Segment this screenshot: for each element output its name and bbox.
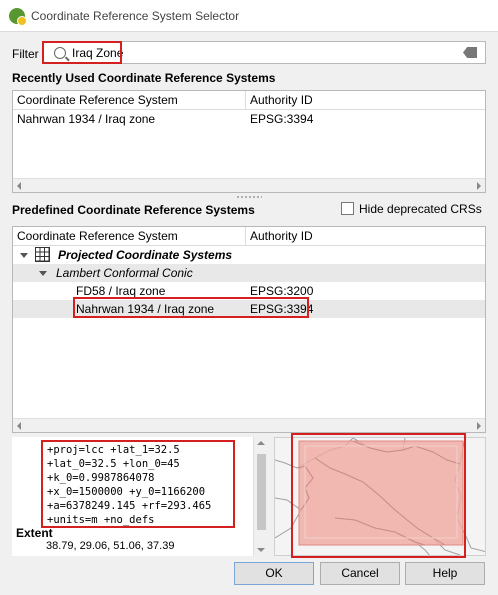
proj-line: +proj=lcc +lat_1=32.5 (47, 444, 180, 456)
vertical-scrollbar[interactable] (253, 437, 268, 556)
authority-id: EPSG:3394 (250, 302, 314, 316)
map-svg (275, 438, 485, 555)
crs-name: FD58 / Iraq zone (76, 284, 166, 298)
predefined-section-title: Predefined Coordinate Reference Systems (12, 203, 255, 217)
scroll-right-icon[interactable] (477, 182, 481, 190)
horizontal-scrollbar[interactable] (13, 178, 485, 192)
extent-map-preview[interactable] (274, 437, 486, 556)
window-title: Coordinate Reference System Selector (31, 8, 240, 23)
grid-icon (35, 247, 50, 262)
hide-deprecated-label[interactable]: Hide deprecated CRSs (359, 202, 482, 216)
recent-crs-table[interactable]: Coordinate Reference System Authority ID… (12, 90, 486, 193)
proj-line: +x_0=1500000 +y_0=1166200 (47, 486, 206, 498)
scroll-left-icon[interactable] (17, 182, 21, 190)
authority-id: EPSG:3200 (250, 284, 314, 298)
scroll-right-icon[interactable] (477, 422, 481, 430)
expand-arrow-icon[interactable] (20, 253, 28, 258)
country-border (275, 497, 302, 511)
recent-table-header: Coordinate Reference System Authority ID (13, 91, 485, 110)
recent-section-title: Recently Used Coordinate Reference Syste… (12, 71, 276, 85)
qgis-logo-icon (9, 7, 27, 26)
expand-arrow-icon[interactable] (39, 271, 47, 276)
scroll-left-icon[interactable] (17, 422, 21, 430)
subgroup-label: Lambert Conformal Conic (56, 266, 193, 280)
proj-line: +lat_0=32.5 +lon_0=45 (47, 458, 180, 470)
clear-icon[interactable] (463, 47, 477, 58)
crs-name: Nahrwan 1934 / Iraq zone (76, 302, 215, 316)
group-label: Projected Coordinate Systems (58, 248, 233, 262)
scroll-up-icon[interactable] (257, 441, 265, 445)
crs-details-panel: +proj=lcc +lat_1=32.5 +lat_0=32.5 +lon_0… (12, 437, 268, 556)
hide-deprecated-checkbox[interactable] (341, 202, 354, 215)
scrollbar-thumb[interactable] (257, 454, 266, 530)
cancel-button[interactable]: Cancel (320, 562, 400, 585)
table-row[interactable]: Nahrwan 1934 / Iraq zone EPSG:3394 (13, 110, 485, 128)
column-header-crs[interactable]: Coordinate Reference System (13, 227, 246, 246)
tree-group-row[interactable]: Projected Coordinate Systems (13, 246, 485, 264)
splitter-handle[interactable] (236, 195, 262, 199)
filter-label: Filter (12, 47, 39, 61)
predefined-crs-table[interactable]: Coordinate Reference System Authority ID… (12, 226, 486, 433)
filter-value: Iraq Zone (72, 45, 124, 60)
search-icon (54, 46, 66, 59)
table-row[interactable]: FD58 / Iraq zone EPSG:3200 (13, 282, 485, 300)
scroll-down-icon[interactable] (257, 548, 265, 552)
column-header-authority[interactable]: Authority ID (246, 91, 313, 110)
table-row-selected[interactable]: Nahrwan 1934 / Iraq zone EPSG:3394 (13, 300, 485, 318)
predefined-table-header: Coordinate Reference System Authority ID (13, 227, 485, 246)
ok-button[interactable]: OK (234, 562, 314, 585)
proj-line: +units=m +no_defs (47, 514, 155, 526)
authority-id: EPSG:3394 (250, 112, 314, 126)
column-header-authority[interactable]: Authority ID (246, 227, 313, 246)
proj-line: +k_0=0.9987864078 (47, 472, 155, 484)
crs-name: Nahrwan 1934 / Iraq zone (17, 112, 156, 126)
title-bar: Coordinate Reference System Selector (0, 0, 498, 32)
tree-subgroup-row[interactable]: Lambert Conformal Conic (13, 264, 485, 282)
extent-label: Extent (16, 526, 53, 540)
column-header-crs[interactable]: Coordinate Reference System (13, 91, 246, 110)
proj-line: +a=6378249.145 +rf=293.465 (47, 500, 212, 512)
filter-input[interactable]: Iraq Zone (42, 41, 486, 64)
help-button[interactable]: Help (405, 562, 485, 585)
horizontal-scrollbar[interactable] (13, 418, 485, 432)
extent-value: 38.79, 29.06, 51.06, 37.39 (46, 540, 175, 552)
